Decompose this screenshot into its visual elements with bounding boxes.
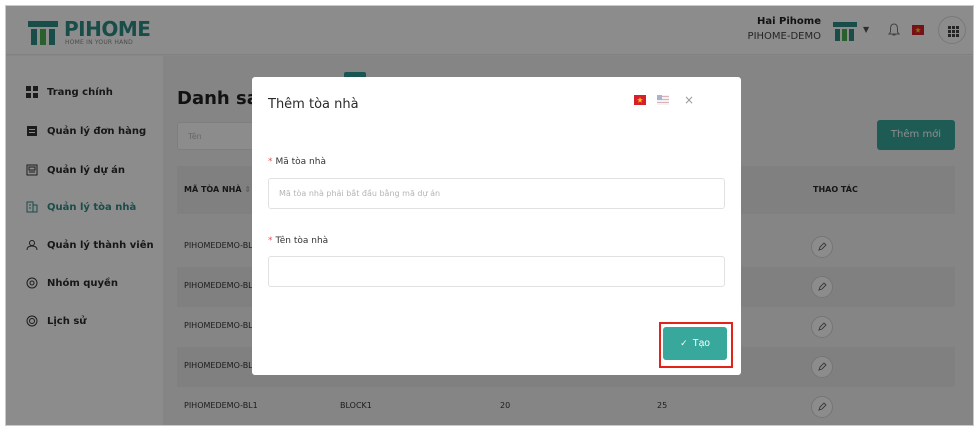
required-mark: * (268, 236, 273, 246)
building-name-input[interactable] (268, 256, 725, 287)
modal-title: Thêm tòa nhà (268, 97, 359, 112)
check-icon: ✓ (680, 338, 688, 348)
create-button-label: Tạo (692, 338, 710, 349)
building-code-input[interactable] (268, 178, 725, 209)
add-building-modal: Thêm tòa nhà × *Mã tòa nhà *Tên tòa nhà … (252, 77, 741, 375)
create-button[interactable]: ✓ Tạo (663, 327, 727, 360)
us-flag-icon[interactable] (657, 95, 669, 105)
name-field-label: * Tên tòa nhà (268, 236, 329, 246)
close-icon[interactable]: × (684, 93, 694, 107)
code-field-label: * Mã tòa nhà (268, 157, 326, 167)
required-mark: * (268, 157, 273, 167)
vietnam-flag-icon[interactable] (634, 95, 646, 105)
app-window: PIHOME HOME IN YOUR HAND Hai Pihome PIHO… (5, 5, 974, 426)
